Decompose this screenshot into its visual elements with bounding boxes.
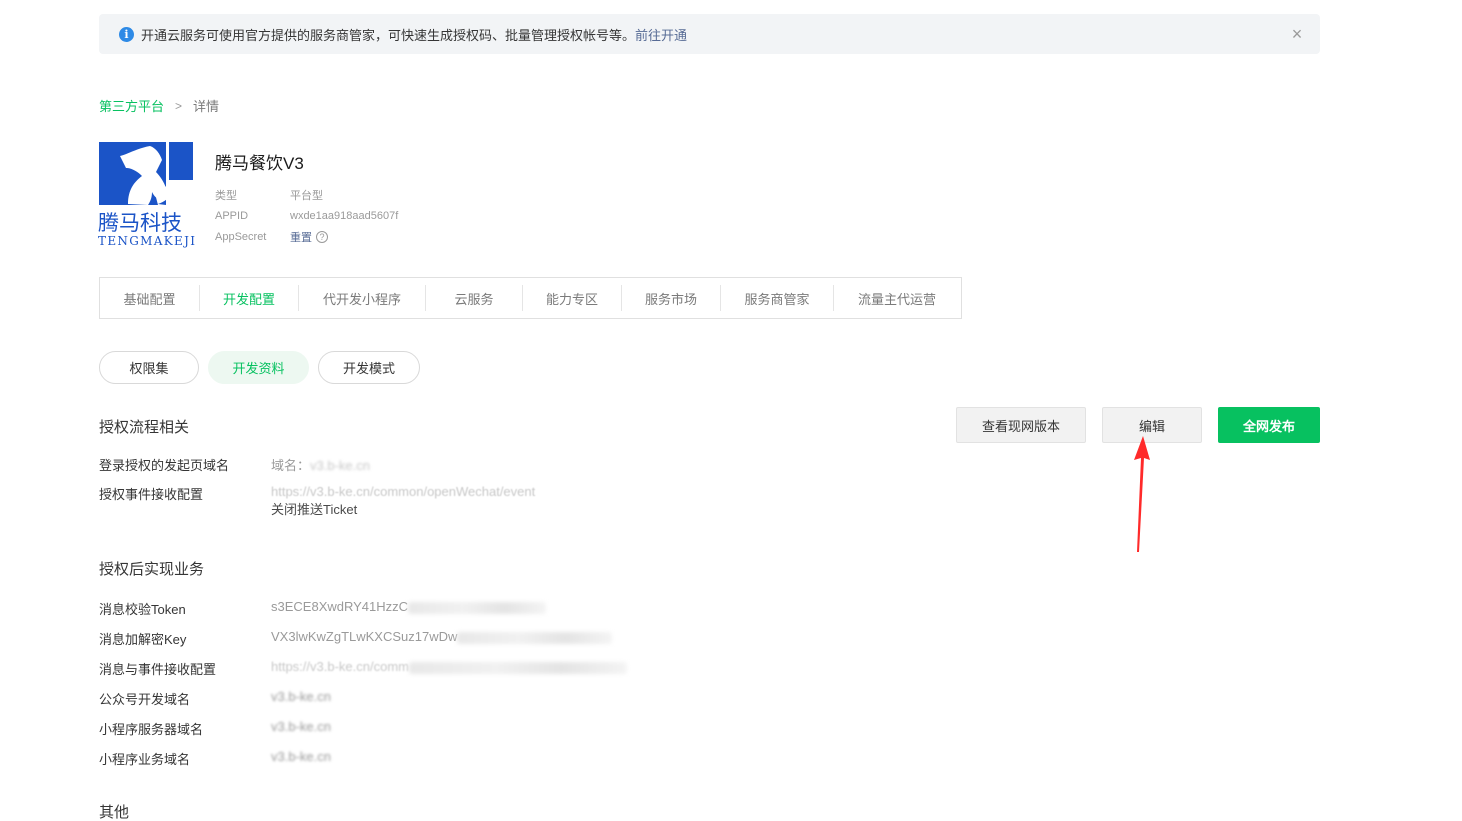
row-value: v3.b-ke.cn	[271, 689, 331, 704]
logo-text-en: TENGMAKEJI	[98, 234, 195, 248]
tab-service-market[interactable]: 服务市场	[622, 285, 721, 311]
section-title-after-auth: 授权后实现业务	[99, 561, 205, 578]
meta-key: 类型	[215, 189, 237, 202]
row-value: https://v3.b-ke.cn/comm	[271, 659, 627, 678]
breadcrumb: 第三方平台 > 详情	[99, 96, 219, 115]
meta-value: wxde1aa918aad5607f	[290, 209, 399, 222]
row-auth-event: 授权事件接收配置 https://v3.b-ke.cn/common/openW…	[99, 484, 535, 521]
row-value: v3.b-ke.cn	[271, 749, 331, 764]
row-label: 消息加解密Key	[99, 632, 187, 647]
row-mini-biz-domain: 小程序业务域名 v3.b-ke.cn	[99, 749, 331, 768]
row-label: 授权事件接收配置	[99, 487, 204, 502]
annotation-arrow-icon	[1134, 436, 1150, 552]
help-icon[interactable]: ?	[316, 230, 328, 243]
row-value: 域名：v3.b-ke.cn	[271, 455, 370, 474]
row-label: 小程序服务器域名	[99, 722, 204, 737]
row-label: 消息与事件接收配置	[99, 662, 217, 677]
tab-cloud-service[interactable]: 云服务	[426, 285, 523, 311]
row-label: 小程序业务域名	[99, 752, 191, 767]
main-tabs: 基础配置 开发配置 代开发小程序 云服务 能力专区 服务市场 服务商管家 流量主…	[99, 277, 962, 319]
info-icon: i	[119, 26, 134, 42]
pill-dev-info[interactable]: 开发资料	[208, 351, 309, 384]
meta-key: AppSecret	[215, 230, 267, 243]
notice-text: 开通云服务可使用官方提供的服务商管家，可快速生成授权码、批量管理授权帐号等。	[141, 27, 636, 43]
close-icon[interactable]: ×	[1288, 25, 1306, 43]
tab-capabilities[interactable]: 能力专区	[523, 285, 622, 311]
redacted-value	[409, 661, 627, 674]
row-mp-domain: 公众号开发域名 v3.b-ke.cn	[99, 689, 331, 708]
event-url: https://v3.b-ke.cn/common/openWechat/eve…	[271, 484, 536, 499]
meta-appsecret: AppSecret 重置 ?	[215, 226, 398, 247]
tab-traffic-operation[interactable]: 流量主代运营	[834, 285, 960, 311]
section-title-auth-flow: 授权流程相关	[99, 419, 190, 436]
ticket-status: 关闭推送Ticket	[271, 502, 358, 517]
meta-value: 平台型	[290, 189, 323, 202]
meta-appid: APPID wxde1aa918aad5607f	[215, 205, 398, 226]
domain-prefix: 域名：	[271, 458, 311, 473]
redacted-value	[408, 601, 547, 614]
row-label: 登录授权的发起页域名	[99, 458, 230, 473]
tab-dev-config[interactable]: 开发配置	[200, 285, 299, 311]
logo-text-cn: 腾马科技	[98, 211, 182, 235]
row-login-domain: 登录授权的发起页域名 域名：v3.b-ke.cn	[99, 455, 370, 474]
meta-key: APPID	[215, 209, 249, 222]
tab-basic-config[interactable]: 基础配置	[100, 285, 200, 311]
meta-type: 类型 平台型	[215, 184, 398, 205]
sub-tabs: 权限集 开发资料 开发模式	[99, 351, 429, 384]
redacted-value	[457, 631, 613, 644]
tab-proxy-miniprogram[interactable]: 代开发小程序	[299, 285, 426, 311]
section-title-other: 其他	[99, 804, 130, 821]
row-value: VX3lwKwZgTLwKXCSuz17wDw	[271, 629, 613, 648]
row-mini-server-domain: 小程序服务器域名 v3.b-ke.cn	[99, 719, 331, 738]
breadcrumb-separator: >	[175, 98, 183, 113]
publish-button[interactable]: 全网发布	[1218, 407, 1320, 443]
reset-link[interactable]: 重置	[290, 229, 312, 245]
app-logo: 腾马科技 TENGMAKEJI	[98, 142, 195, 248]
pill-dev-mode[interactable]: 开发模式	[318, 351, 420, 384]
row-aes-key: 消息加解密Key VX3lwKwZgTLwKXCSuz17wDw	[99, 629, 613, 648]
row-value: s3ECE8XwdRY41HzzC	[271, 599, 547, 618]
app-name: 腾马餐饮V3	[215, 154, 304, 173]
token-value: s3ECE8XwdRY41HzzC	[271, 599, 409, 614]
row-token: 消息校验Token s3ECE8XwdRY41HzzC	[99, 599, 547, 618]
view-live-version-button[interactable]: 查看现网版本	[956, 407, 1086, 443]
breadcrumb-parent[interactable]: 第三方平台	[99, 96, 164, 115]
row-label: 公众号开发域名	[99, 692, 191, 707]
key-value: VX3lwKwZgTLwKXCSuz17wDw	[271, 629, 458, 644]
notice-link[interactable]: 前往开通	[635, 25, 687, 44]
row-value: https://v3.b-ke.cn/common/openWechat/eve…	[271, 484, 535, 521]
msg-url: https://v3.b-ke.cn/comm	[271, 659, 409, 674]
notice-bar: i 开通云服务可使用官方提供的服务商管家，可快速生成授权码、批量管理授权帐号等。…	[99, 14, 1320, 54]
row-msg-event: 消息与事件接收配置 https://v3.b-ke.cn/comm	[99, 659, 627, 678]
app-meta: 类型 平台型 APPID wxde1aa918aad5607f AppSecre…	[215, 184, 398, 247]
pill-permissions[interactable]: 权限集	[99, 351, 199, 384]
tab-service-manager[interactable]: 服务商管家	[721, 285, 834, 311]
domain-value: v3.b-ke.cn	[310, 458, 370, 473]
row-label: 消息校验Token	[99, 602, 186, 617]
row-value: v3.b-ke.cn	[271, 719, 331, 734]
breadcrumb-current: 详情	[193, 99, 220, 114]
